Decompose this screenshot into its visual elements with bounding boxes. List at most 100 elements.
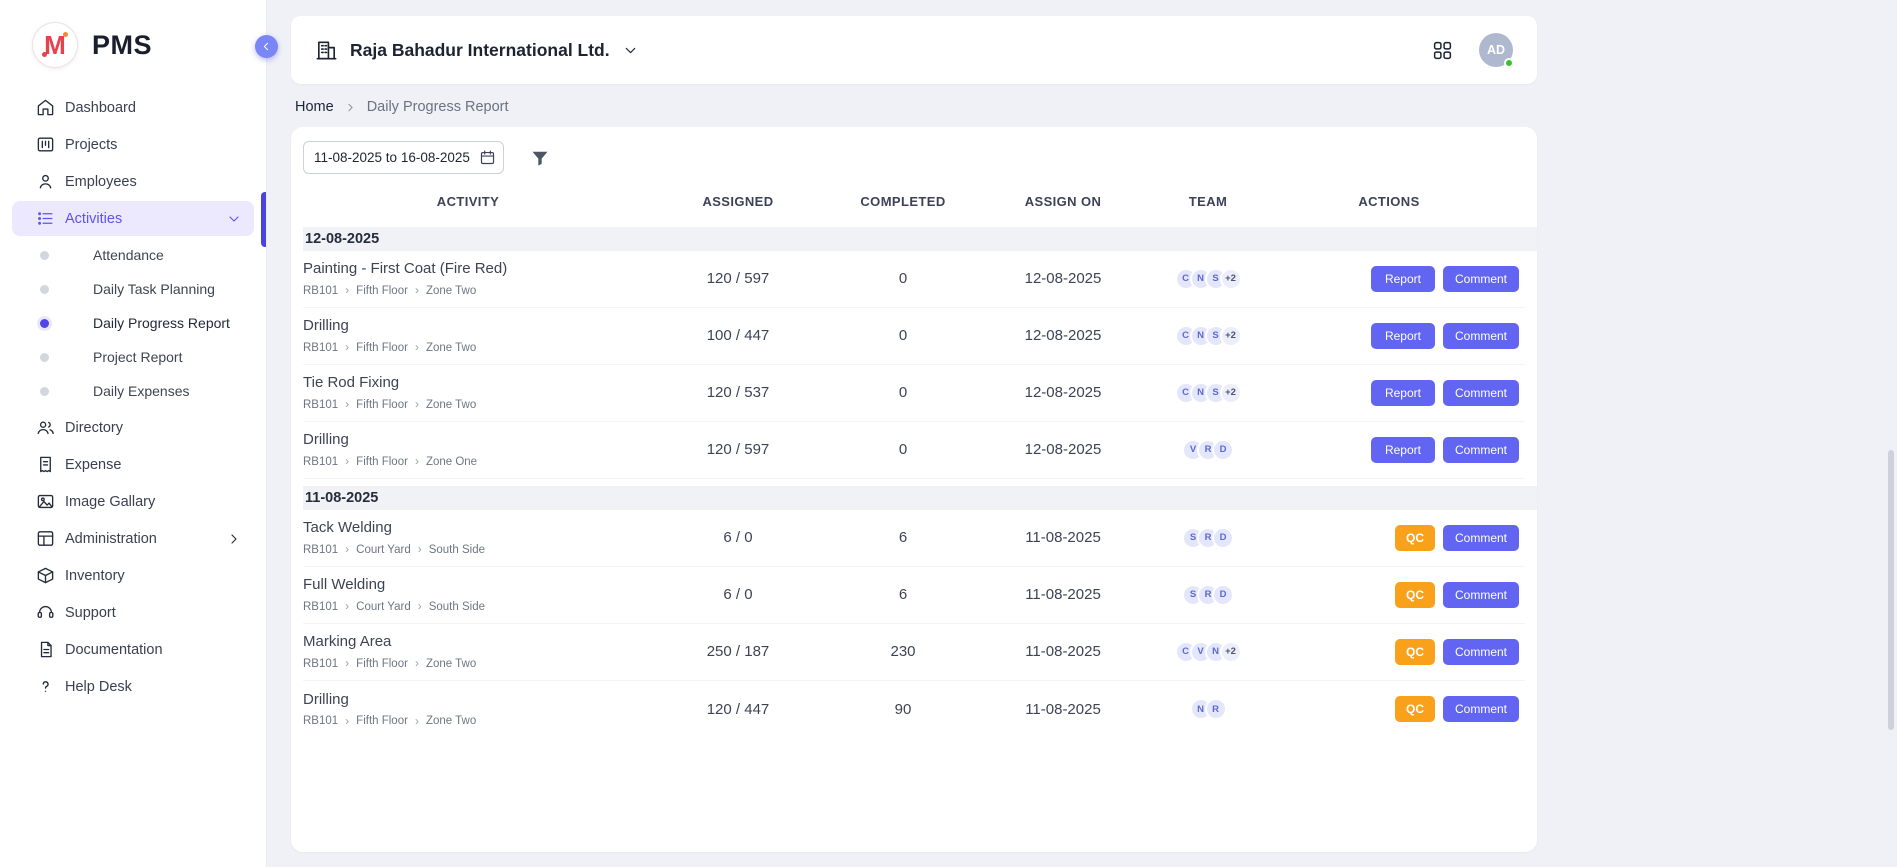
table-row: Marking Area RB101 Fifth Floor Zone Two … xyxy=(303,624,1525,681)
qc-button[interactable]: QC xyxy=(1395,639,1435,665)
sidebar-item-support[interactable]: Support xyxy=(12,595,254,630)
sidebar-item-label: Employees xyxy=(65,174,242,190)
team-extra-count[interactable]: +2 xyxy=(1220,382,1242,404)
sidebar-item-image-gallery[interactable]: Image Gallary xyxy=(12,484,254,519)
activity-name[interactable]: Drilling xyxy=(303,431,633,448)
activity-name[interactable]: Full Welding xyxy=(303,576,633,593)
report-button[interactable]: Report xyxy=(1371,323,1435,349)
sidebar-item-expense[interactable]: Expense xyxy=(12,447,254,482)
logo-badge: M xyxy=(32,22,78,68)
assign-on-date: 11-08-2025 xyxy=(963,586,1163,603)
sidebar-item-label: Dashboard xyxy=(65,100,242,116)
sidebar-subitem-daily-expenses[interactable]: Daily Expenses xyxy=(12,374,254,408)
apps-grid-button[interactable] xyxy=(1432,40,1453,61)
qc-button[interactable]: QC xyxy=(1395,696,1435,722)
comment-button[interactable]: Comment xyxy=(1443,380,1519,406)
help-desk-icon xyxy=(36,677,55,696)
breadcrumb-home-link[interactable]: Home xyxy=(295,99,334,115)
company-selector[interactable]: Raja Bahadur International Ltd. xyxy=(315,39,639,62)
completed-value: 0 xyxy=(843,270,963,287)
team-avatar-group: C N S +2 xyxy=(1163,325,1253,347)
sidebar-subitem-attendance[interactable]: Attendance xyxy=(12,238,254,272)
sidebar-item-employees[interactable]: Employees xyxy=(12,164,254,199)
activity-name[interactable]: Painting - First Coat (Fire Red) xyxy=(303,260,633,277)
table-row: Drilling RB101 Fifth Floor Zone One 120 … xyxy=(303,422,1525,479)
team-avatar[interactable]: D xyxy=(1212,584,1234,606)
team-avatar[interactable]: D xyxy=(1212,527,1234,549)
sidebar-subitem-daily-progress-report[interactable]: Daily Progress Report xyxy=(12,306,254,340)
assigned-value: 120 / 447 xyxy=(633,701,843,718)
date-range-input[interactable] xyxy=(303,141,504,174)
team-avatar-group: C N S +2 xyxy=(1163,382,1253,404)
comment-button[interactable]: Comment xyxy=(1443,266,1519,292)
chevron-right-icon xyxy=(345,455,349,468)
pms-logo: M PMS xyxy=(0,22,266,68)
assign-on-date: 12-08-2025 xyxy=(963,384,1163,401)
comment-button[interactable]: Comment xyxy=(1443,582,1519,608)
team-avatar-group: C N S +2 xyxy=(1163,268,1253,290)
filter-button[interactable] xyxy=(530,148,550,168)
building-icon xyxy=(315,39,338,62)
activities-icon xyxy=(36,209,55,228)
sidebar-item-activities[interactable]: Activities xyxy=(12,201,254,236)
qc-button[interactable]: QC xyxy=(1395,525,1435,551)
sidebar-item-help-desk[interactable]: Help Desk xyxy=(12,669,254,704)
activity-name[interactable]: Marking Area xyxy=(303,633,633,650)
sidebar-subitem-project-report[interactable]: Project Report xyxy=(12,340,254,374)
chevron-right-icon xyxy=(418,600,422,613)
sidebar-item-projects[interactable]: Projects xyxy=(12,127,254,162)
sidebar-item-administration[interactable]: Administration xyxy=(12,521,254,556)
breadcrumb-current-page: Daily Progress Report xyxy=(367,99,509,115)
activity-name[interactable]: Drilling xyxy=(303,317,633,334)
chevron-right-icon xyxy=(418,543,422,556)
column-header-assign-on: ASSIGN ON xyxy=(963,194,1163,209)
chevron-right-icon xyxy=(345,284,349,297)
chevron-right-icon xyxy=(415,398,419,411)
assign-on-date: 11-08-2025 xyxy=(963,701,1163,718)
team-extra-count[interactable]: +2 xyxy=(1220,268,1242,290)
team-avatar[interactable]: R xyxy=(1205,698,1227,720)
sidebar-subitem-daily-task-planning[interactable]: Daily Task Planning xyxy=(12,272,254,306)
report-button[interactable]: Report xyxy=(1371,380,1435,406)
sidebar-subitem-label: Daily Progress Report xyxy=(93,315,230,331)
team-extra-count[interactable]: +2 xyxy=(1220,641,1242,663)
team-avatar-group: S R D xyxy=(1163,584,1253,606)
comment-button[interactable]: Comment xyxy=(1443,437,1519,463)
sidebar-item-label: Inventory xyxy=(65,568,242,584)
top-header-bar: Raja Bahadur International Ltd. AD xyxy=(291,16,1537,84)
user-avatar[interactable]: AD xyxy=(1479,33,1513,67)
comment-button[interactable]: Comment xyxy=(1443,323,1519,349)
logo-dot xyxy=(42,52,47,57)
column-header-actions: ACTIONS xyxy=(1253,194,1525,209)
sidebar-item-directory[interactable]: Directory xyxy=(12,410,254,445)
activity-name[interactable]: Drilling xyxy=(303,691,633,708)
comment-button[interactable]: Comment xyxy=(1443,696,1519,722)
qc-button[interactable]: QC xyxy=(1395,582,1435,608)
sidebar-collapse-button[interactable] xyxy=(255,35,278,58)
app-name: PMS xyxy=(92,30,152,61)
scrollbar-thumb[interactable] xyxy=(1888,450,1894,730)
chevron-right-icon xyxy=(345,543,349,556)
bullet-icon xyxy=(40,387,49,396)
sidebar-item-documentation[interactable]: Documentation xyxy=(12,632,254,667)
team-avatar[interactable]: D xyxy=(1212,439,1234,461)
apps-grid-icon xyxy=(1432,40,1453,61)
team-extra-count[interactable]: +2 xyxy=(1220,325,1242,347)
activity-name[interactable]: Tack Welding xyxy=(303,519,633,536)
report-button[interactable]: Report xyxy=(1371,437,1435,463)
comment-button[interactable]: Comment xyxy=(1443,639,1519,665)
activity-location-path: RB101 Fifth Floor Zone One xyxy=(303,455,633,468)
sidebar-item-label: Support xyxy=(65,605,242,621)
bullet-icon xyxy=(40,319,49,328)
activity-location-path: RB101 Fifth Floor Zone Two xyxy=(303,284,633,297)
comment-button[interactable]: Comment xyxy=(1443,525,1519,551)
column-header-assigned: ASSIGNED xyxy=(633,194,843,209)
table-row: Drilling RB101 Fifth Floor Zone Two 100 … xyxy=(303,308,1525,365)
sidebar-item-inventory[interactable]: Inventory xyxy=(12,558,254,593)
report-button[interactable]: Report xyxy=(1371,266,1435,292)
sidebar-item-label: Image Gallary xyxy=(65,494,242,510)
activity-name[interactable]: Tie Rod Fixing xyxy=(303,374,633,391)
home-icon xyxy=(36,98,55,117)
chevron-left-icon xyxy=(260,40,273,53)
sidebar-item-dashboard[interactable]: Dashboard xyxy=(12,90,254,125)
